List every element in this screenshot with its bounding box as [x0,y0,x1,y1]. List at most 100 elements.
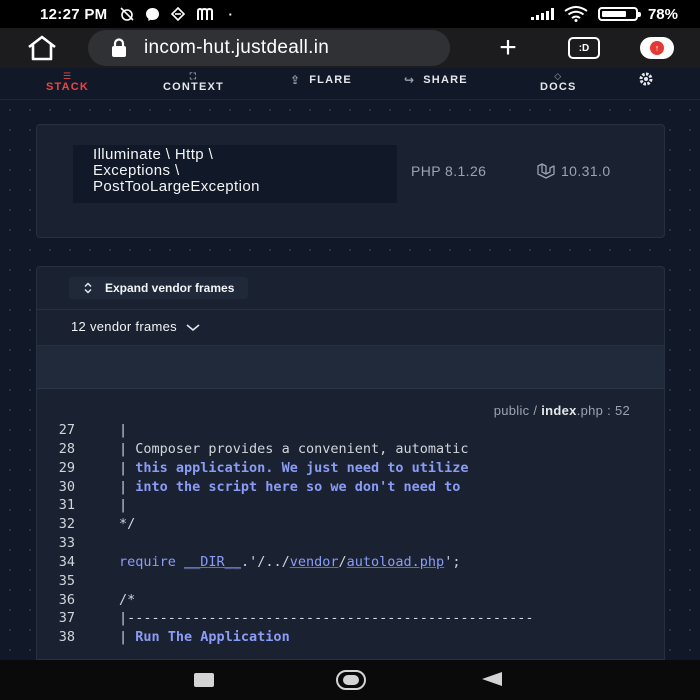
code-line: 27 | [37,421,664,440]
m-app-icon [197,7,214,20]
code-text: | Run The Application [119,629,290,646]
code-line: 37 |-------------------------------------… [37,609,664,628]
tab-flare-label: FLARE [309,74,352,86]
wifi-icon [564,6,588,22]
file-line: : 52 [603,403,630,418]
laravel-version-badge: 10.31.0 [537,163,611,179]
exception-card: Illuminate \ Http \ Exceptions \ PostToo… [36,124,665,238]
flare-icon: ⇪ [290,73,302,87]
code-line: 29 | this application. We just need to ut… [37,459,664,478]
code-text: /* [119,591,136,608]
line-number: 31 [58,497,75,514]
error-page: Illuminate \ Http \ Exceptions \ PostToo… [0,100,700,660]
vendor-frames-toggle[interactable]: 12 vendor frames [71,319,201,334]
tab-share-label: SHARE [423,74,468,86]
tab-stack[interactable]: ☰ STACK [46,71,89,93]
home-nav-button[interactable] [336,670,366,690]
frame-placeholder [37,346,664,388]
tab-docs[interactable]: ◇ DOCS [540,71,577,93]
tab-docs-label: DOCS [540,81,577,93]
code-text: | into the script here so we don't need … [119,478,461,495]
code-text: | [119,497,128,514]
new-tab-button[interactable]: + [492,33,524,63]
tab-context[interactable]: ⛶ CONTEXT [163,71,224,93]
code-line: 34 require __DIR__.'/../vendor/autoload.p… [37,553,664,572]
battery-level: 78% [647,5,678,23]
line-number: 27 [58,422,75,438]
line-number: 36 [58,591,75,608]
vpn-icon [171,7,186,21]
stack-icon: ☰ [62,71,73,81]
share-icon: ↪ [404,73,416,87]
code-line: 32 */ [37,515,664,534]
tab-context-label: CONTEXT [163,81,224,93]
system-icons: 78% [530,5,678,23]
browser-toolbar: incom-hut.justdeall.in + :D ↑ [0,28,700,68]
exception-class: Illuminate \ Http \ Exceptions \ PostToo… [73,145,397,203]
clock: 12:27 PM [40,5,108,23]
tab-flare[interactable]: ⇪ FLARE [290,73,352,87]
file-ext: .php [576,403,604,418]
expand-vendor-frames-button[interactable]: Expand vendor frames [69,277,249,299]
settings-button[interactable] [638,71,654,87]
battery-icon [597,7,641,21]
code-line: 28 | Composer provides a convenient, auto… [37,440,664,459]
home-button[interactable] [22,32,62,64]
code-snippet: 27 | 28 | Composer provides a convenient, a… [37,421,664,647]
code-line: 36 /* [37,591,664,610]
context-icon: ⛶ [189,71,198,81]
status-bar: 12:27 PM · 78% [0,0,700,28]
line-number: 32 [58,516,75,533]
laravel-icon [537,163,555,179]
code-text: |---------------------------------------… [119,610,534,627]
code-line: 35 [37,572,664,591]
line-number: 29 [58,459,75,476]
home-icon [28,35,56,61]
back-button[interactable] [482,672,502,686]
line-number: 35 [58,572,75,589]
exception-class-line: Exceptions \ [93,162,180,179]
expand-vendor-frames-label: Expand vendor frames [105,281,235,295]
laravel-version: 10.31.0 [561,163,611,179]
code-line: 30 | into the script here so we don't nee… [37,478,664,497]
status-dot: · [228,6,233,22]
file-path[interactable]: public / index.php : 52 [494,403,630,418]
code-text: | this application. We just need to util… [119,459,469,476]
gear-icon [639,72,653,86]
code-line: 38 | Run The Application [37,628,664,647]
code-text: | Composer provides a convenient, automa… [119,440,469,457]
line-number: 38 [58,629,75,646]
battery-fill [601,11,627,17]
line-number: 37 [58,610,75,627]
home-pill-icon [343,675,359,685]
tab-switcher-button[interactable]: :D [568,37,600,59]
line-number: 33 [58,535,75,552]
plus-icon: + [499,31,517,64]
tab-share[interactable]: ↪ SHARE [404,73,468,87]
signal-icon [530,8,554,20]
no-alarm-icon [120,7,135,21]
system-nav-bar [0,660,700,700]
chevron-down-icon [186,323,200,331]
code-text: | [119,422,128,438]
messenger-icon [146,7,160,21]
address-bar[interactable]: incom-hut.justdeall.in [88,30,450,66]
code-line: 33 [37,534,664,553]
stack-trace-card: Expand vendor frames 12 vendor frames pu… [36,266,665,660]
browser-menu-button[interactable]: ↑ [640,37,674,59]
update-badge-icon: ↑ [650,41,664,55]
tab-count: :D [578,42,590,54]
error-page-nav: ☰ STACK ⛶ CONTEXT ⇪ FLARE ↪ SHARE ◇ DOCS [0,68,700,100]
laravel-icon: ◇ [554,71,563,81]
divider [37,309,664,310]
line-number: 28 [58,440,75,457]
exception-class-line: PostTooLargeException [93,178,260,195]
exception-class-line: Illuminate \ Http \ [93,146,214,163]
code-line: 31 | [37,496,664,515]
notification-icons: · [119,6,233,22]
file-dir: public / [493,403,542,418]
line-number: 30 [58,478,75,495]
recents-button[interactable] [194,673,214,687]
